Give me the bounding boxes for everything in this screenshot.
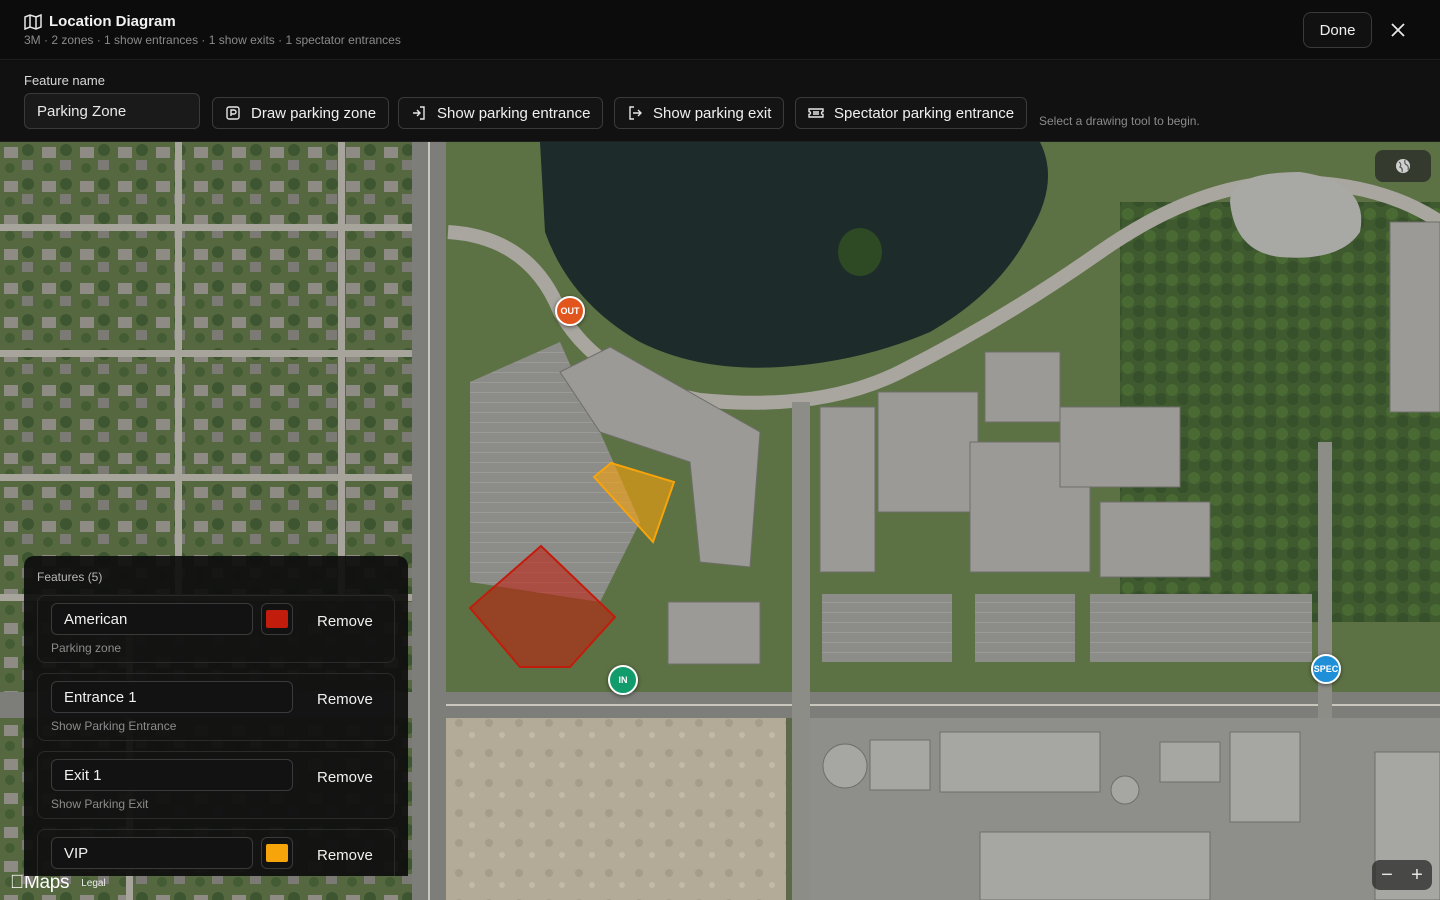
header: Location Diagram 3M · 2 zones · 1 show e… (0, 0, 1440, 60)
globe-icon (1396, 159, 1410, 173)
feature-name-input[interactable] (51, 837, 253, 869)
exit-icon (629, 106, 642, 120)
feature-card: Remove Show Parking Exit (37, 751, 395, 819)
legal-link[interactable]: Legal (81, 878, 105, 889)
remove-button[interactable]: Remove (317, 769, 373, 786)
draw-parking-zone-button[interactable]: Draw parking zone (212, 97, 390, 129)
feature-name-label: Feature name (24, 73, 105, 88)
done-button[interactable]: Done (1303, 12, 1372, 48)
ticket-icon (808, 108, 824, 118)
spectator-parking-entrance-label: Spectator parking entrance (834, 104, 1015, 122)
close-button[interactable] (1386, 18, 1410, 42)
satellite-map[interactable]: OUT IN SPEC − + Maps Legal Features (5)… (0, 142, 1440, 900)
color-swatch[interactable] (261, 603, 293, 635)
feature-type: Show Parking Exit (51, 797, 149, 811)
feature-type: Show Parking Entrance (51, 719, 177, 733)
zoom-control: − + (1372, 860, 1432, 890)
exit-marker[interactable]: OUT (555, 296, 585, 326)
show-parking-entrance-label: Show parking entrance (437, 104, 591, 122)
draw-parking-zone-label: Draw parking zone (251, 104, 377, 122)
entrance-marker[interactable]: IN (608, 665, 638, 695)
page-title: Location Diagram (49, 13, 176, 30)
entrance-icon (413, 106, 425, 120)
show-parking-exit-button[interactable]: Show parking exit (614, 97, 785, 129)
feature-card: Remove Show Parking Entrance (37, 673, 395, 741)
feature-name-input[interactable] (51, 759, 293, 791)
features-title: Features (5) (37, 570, 103, 584)
spectator-marker[interactable]: SPEC (1311, 654, 1341, 684)
zoom-out-button[interactable]: − (1372, 860, 1402, 890)
map-type-button[interactable] (1375, 150, 1431, 182)
parking-zone-icon (226, 106, 240, 120)
show-parking-exit-label: Show parking exit (653, 104, 772, 122)
page-subtitle: 3M · 2 zones · 1 show entrances · 1 show… (24, 33, 401, 47)
feature-type: Parking zone (51, 875, 121, 876)
spectator-parking-entrance-button[interactable]: Spectator parking entrance (795, 97, 1028, 129)
remove-button[interactable]: Remove (317, 613, 373, 630)
zoom-in-button[interactable]: + (1402, 860, 1432, 890)
toolbar: Feature name Draw parking zone Show park… (0, 61, 1440, 142)
feature-name-input[interactable] (51, 603, 253, 635)
feature-card: Remove Parking zone (37, 829, 395, 876)
show-parking-entrance-button[interactable]: Show parking entrance (398, 97, 604, 129)
feature-type: Parking zone (51, 641, 122, 655)
map-icon (24, 14, 42, 30)
close-icon (1391, 23, 1405, 37)
feature-name-input[interactable] (51, 681, 293, 713)
color-swatch[interactable] (261, 837, 293, 869)
tool-hint: Select a drawing tool to begin. (1039, 114, 1200, 128)
remove-button[interactable]: Remove (317, 847, 373, 864)
feature-card: Remove Parking zone (37, 595, 395, 663)
remove-button[interactable]: Remove (317, 691, 373, 708)
features-panel: Features (5) Remove Parking zone Remove … (24, 556, 408, 876)
feature-name-input[interactable] (24, 93, 200, 129)
